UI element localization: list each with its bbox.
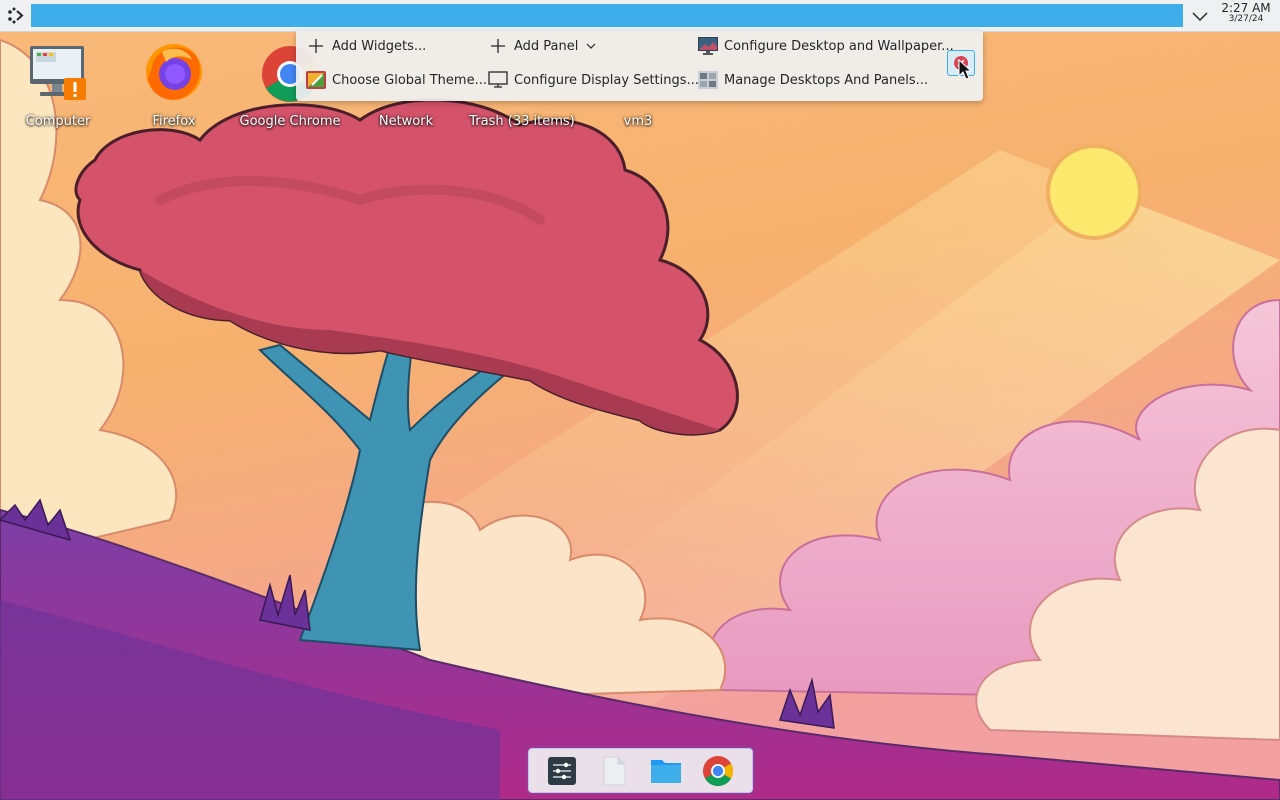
chevron-down-icon bbox=[586, 42, 596, 50]
desktop-edit-toolbox: Add Widgets... Add Panel Configure Deskt… bbox=[296, 31, 983, 101]
computer-warning-icon bbox=[26, 38, 90, 110]
chrome-icon[interactable] bbox=[702, 755, 734, 787]
desktop-icon-computer[interactable]: Computer bbox=[2, 38, 114, 129]
monitor-icon bbox=[488, 70, 508, 90]
add-widgets-button[interactable]: Add Widgets... bbox=[306, 34, 426, 58]
add-widgets-label: Add Widgets... bbox=[332, 38, 427, 54]
task-manager-dock bbox=[528, 748, 753, 793]
theme-icon bbox=[306, 70, 326, 90]
desktop-icon-label: Trash (33 items) bbox=[469, 114, 575, 129]
chevron-down-icon[interactable] bbox=[1186, 5, 1214, 27]
application-launcher-icon[interactable] bbox=[4, 4, 28, 27]
folder-icon[interactable] bbox=[650, 755, 682, 787]
firefox-icon bbox=[142, 38, 206, 110]
desktop-icon-label: Network bbox=[378, 114, 434, 129]
add-panel-label: Add Panel bbox=[514, 38, 579, 54]
configure-desktop-label: Configure Desktop and Wallpaper... bbox=[724, 38, 954, 54]
display-settings-label: Configure Display Settings... bbox=[514, 72, 699, 88]
top-panel: 2:27 AM 3/27/24 bbox=[0, 0, 1280, 32]
add-panel-button[interactable]: Add Panel bbox=[488, 34, 596, 58]
text-file-icon[interactable] bbox=[598, 755, 630, 787]
desktop-icon-firefox[interactable]: Firefox bbox=[118, 38, 230, 129]
desktop-icon-label: Computer bbox=[25, 114, 91, 129]
mouse-cursor-icon bbox=[958, 59, 972, 80]
configure-display-settings-button[interactable]: Configure Display Settings... bbox=[488, 68, 699, 92]
desktop-icon-label: vm3 bbox=[623, 114, 653, 129]
clock-time: 2:27 AM bbox=[1221, 1, 1271, 15]
manage-desktops-button[interactable]: Manage Desktops And Panels... bbox=[698, 68, 928, 92]
manage-desktops-label: Manage Desktops And Panels... bbox=[724, 72, 929, 88]
configure-desktop-button[interactable]: Configure Desktop and Wallpaper... bbox=[698, 34, 954, 58]
desktops-panels-icon bbox=[698, 70, 718, 90]
digital-clock[interactable]: 2:27 AM 3/27/24 bbox=[1216, 2, 1276, 24]
desktop-icon-label: Firefox bbox=[152, 114, 196, 129]
panel-edit-highlight[interactable] bbox=[31, 4, 1183, 27]
desktop-icon-label: Google Chrome bbox=[239, 114, 341, 129]
clock-date: 3/27/24 bbox=[1228, 14, 1264, 24]
global-theme-label: Choose Global Theme... bbox=[332, 72, 487, 88]
wallpaper-icon bbox=[698, 36, 718, 56]
choose-global-theme-button[interactable]: Choose Global Theme... bbox=[306, 68, 487, 92]
settings-icon[interactable] bbox=[546, 755, 578, 787]
plus-icon bbox=[488, 36, 508, 56]
plus-icon bbox=[306, 36, 326, 56]
